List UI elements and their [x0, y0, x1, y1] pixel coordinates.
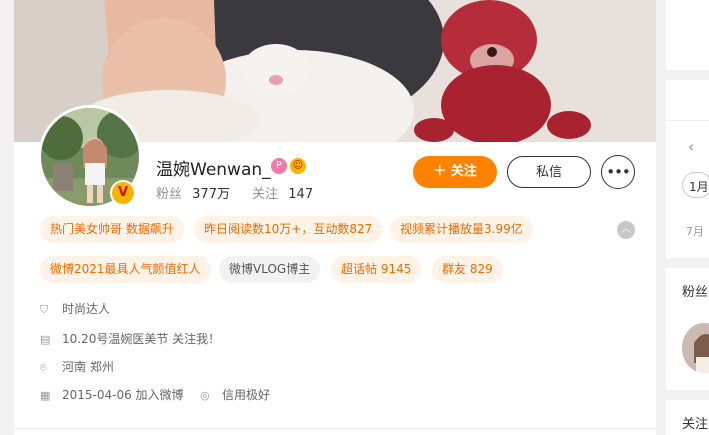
info-category-text: 时尚达人	[62, 302, 111, 316]
info-category: ⛉ 时尚达人	[40, 300, 110, 317]
tag-video-plays[interactable]: 视频累计播放量3.99亿	[390, 216, 533, 243]
divider	[14, 428, 656, 429]
fan-avatar[interactable]	[682, 323, 709, 373]
right-panel-follow: 关注	[666, 400, 709, 435]
shield-icon: ⛉	[40, 303, 49, 316]
tag-award[interactable]: 微博2021最具人气颜值红人	[40, 256, 211, 283]
follow-button[interactable]: ＋ 关注	[413, 156, 497, 188]
calendar-icon: ▦	[40, 389, 51, 402]
v-verified-icon: V	[110, 180, 136, 206]
tag-reads[interactable]: 昨日阅读数10万+，互动数827	[194, 216, 383, 243]
document-icon: ▤	[40, 333, 51, 346]
tag-hot[interactable]: 热门美女帅哥 数据飙升	[40, 216, 184, 243]
profile-stats: 粉丝 377万 关注 147	[156, 183, 313, 202]
profile-card: V 温婉Wenwan_ P ☺ 粉丝 377万 关注 147 ＋ 关注 私信 •…	[14, 0, 656, 435]
tag-groups[interactable]: 群友 829	[432, 256, 503, 283]
fans-section-title: 粉丝	[682, 285, 709, 300]
credit-icon: ◎	[200, 389, 210, 402]
info-location-text: 河南 郑州	[62, 360, 114, 374]
info-credit-text: 信用极好	[222, 388, 271, 402]
pink-level-icon[interactable]: P	[271, 158, 287, 174]
location-icon: ⌾	[40, 361, 47, 374]
more-options-button[interactable]: •••	[601, 155, 635, 189]
info-location: ⌾ 河南 郑州	[40, 358, 114, 375]
month-next[interactable]: 7月	[686, 223, 704, 239]
info-joined-text: 2015-04-06 加入微博	[62, 388, 184, 402]
calendar-divider	[666, 120, 709, 121]
tag-vlog[interactable]: 微博VLOG博主	[219, 256, 321, 283]
emoji-badge-icon[interactable]: ☺	[290, 158, 306, 174]
fans-label: 粉丝	[156, 187, 183, 202]
right-panel-calendar: ‹ 1月 7月	[666, 80, 709, 258]
chevron-left-icon[interactable]: ‹	[688, 137, 694, 156]
tag-supertopic[interactable]: 超话帖 9145	[331, 256, 422, 283]
month-current-pill[interactable]: 1月	[682, 172, 709, 198]
following-count[interactable]: 147	[288, 187, 313, 202]
fans-count[interactable]: 377万	[192, 187, 230, 202]
follow-section-title: 关注	[682, 417, 709, 432]
right-panel-top	[666, 0, 709, 70]
right-panel-fans: 粉丝	[666, 268, 709, 390]
profile-name: 温婉Wenwan_	[156, 160, 271, 180]
month-current: 1月	[689, 180, 709, 194]
info-credit[interactable]: ◎ 信用极好	[200, 386, 270, 403]
chevron-up-icon[interactable]: ︿	[617, 221, 635, 239]
info-joined: ▦ 2015-04-06 加入微博	[40, 386, 184, 403]
info-bio-text: 10.20号温婉医美节 关注我！	[62, 332, 221, 346]
message-button[interactable]: 私信	[507, 156, 591, 188]
following-label: 关注	[252, 187, 279, 202]
info-bio: ▤ 10.20号温婉医美节 关注我！	[40, 330, 220, 347]
